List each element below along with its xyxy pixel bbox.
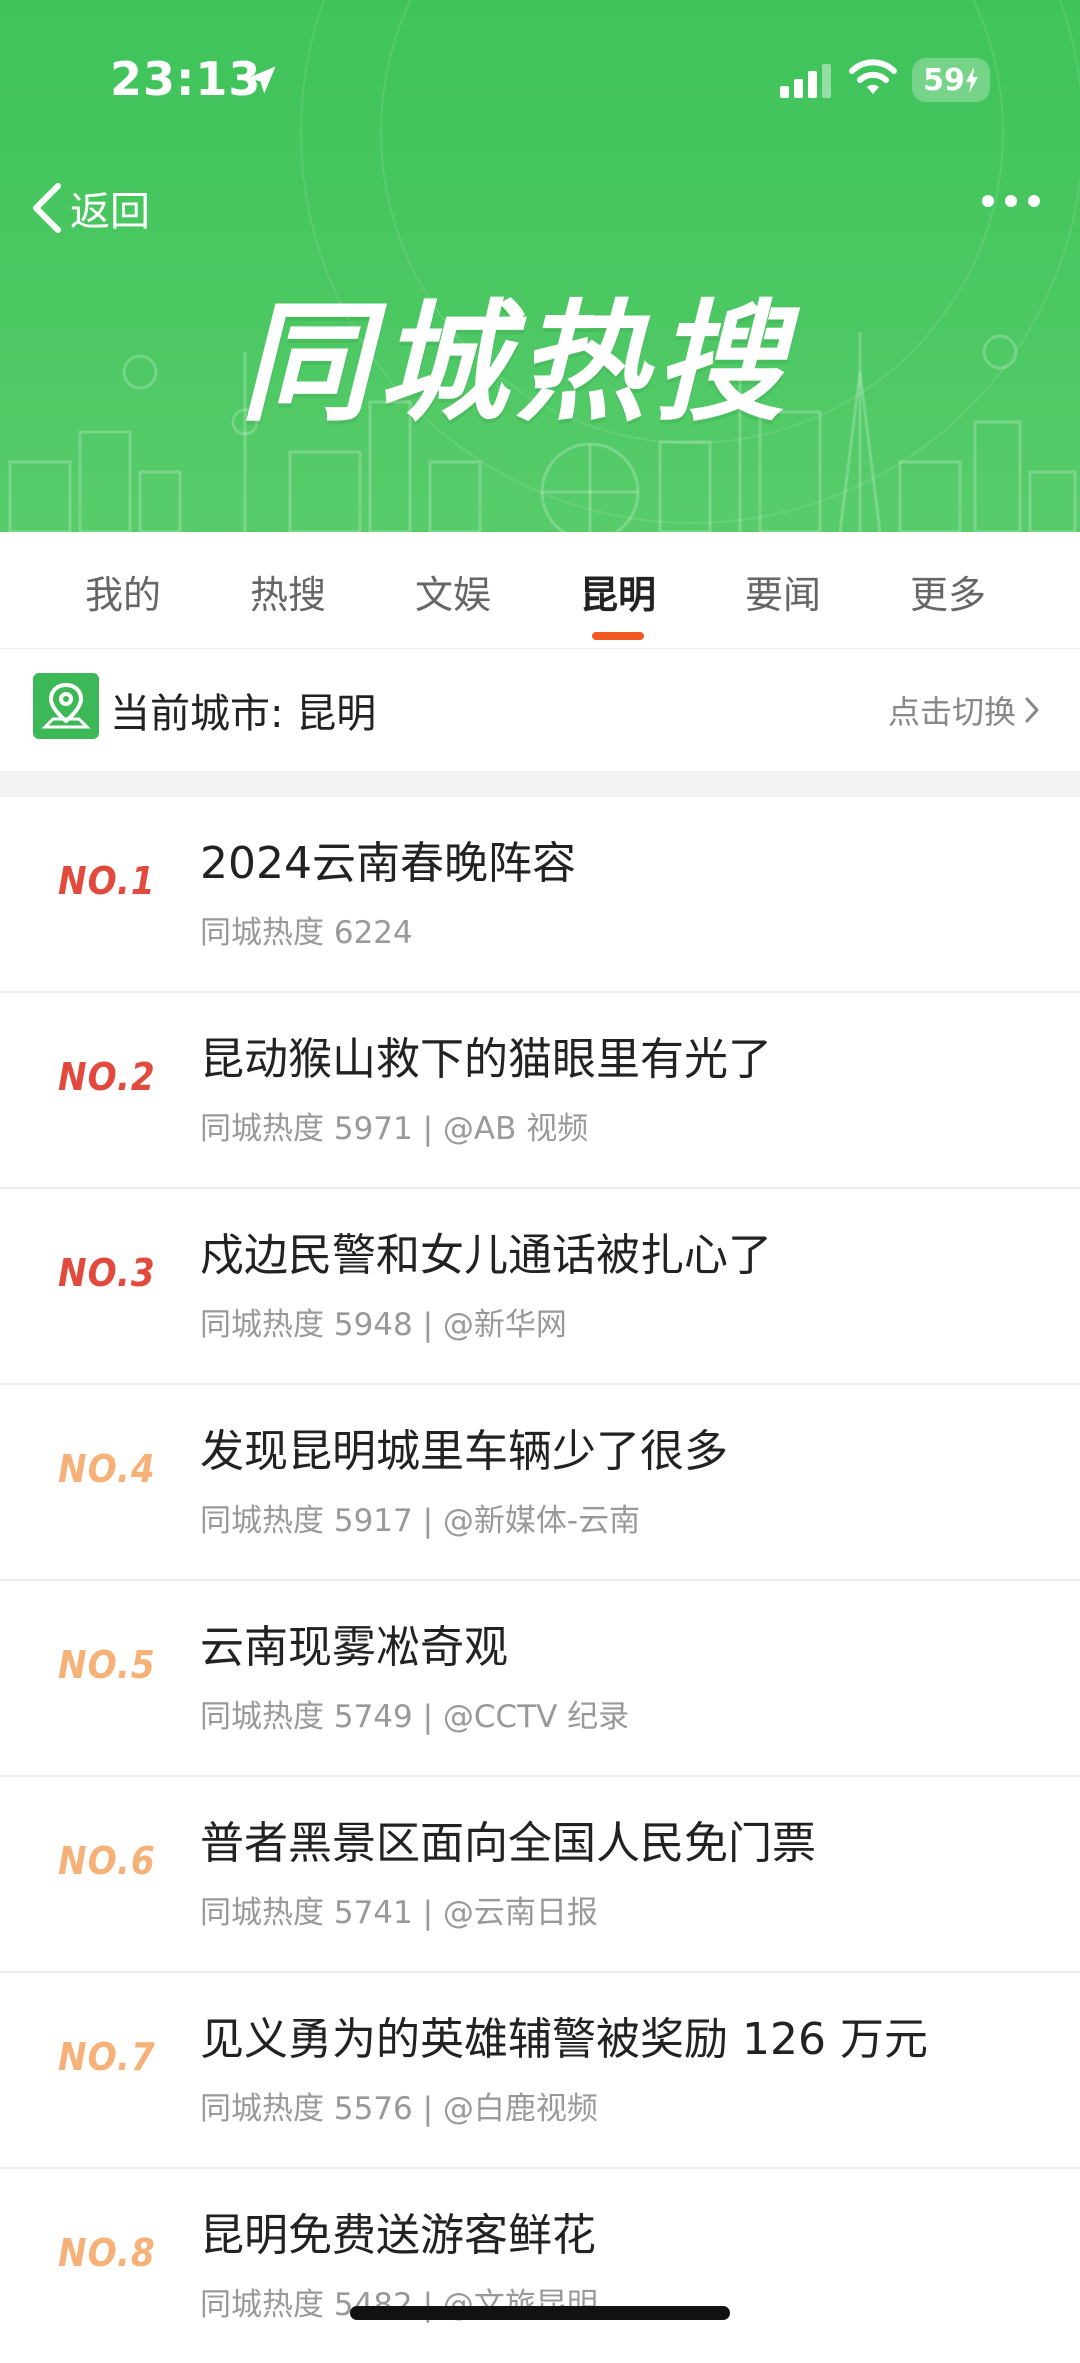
list-item[interactable]: NO.7 见义勇为的英雄辅警被奖励 126 万元 同城热度 5576 | @白鹿… [0, 1973, 1080, 2169]
rank-badge: NO.4 [58, 1447, 156, 1491]
item-meta: 同城热度 5749 | @CCTV 纪录 [200, 1699, 630, 1735]
list-item[interactable]: NO.2 昆动猴山救下的猫眼里有光了 同城热度 5971 | @AB 视频 [0, 993, 1080, 1189]
item-meta: 同城热度 5917 | @新媒体-云南 [200, 1503, 641, 1539]
status-time: 23:13 [110, 52, 262, 106]
list-item[interactable]: NO.3 戍边民警和女儿通话被扎心了 同城热度 5948 | @新华网 [0, 1189, 1080, 1385]
map-pin-icon [33, 673, 99, 739]
current-city-bar: 当前城市: 昆明 点击切换 [0, 649, 1080, 771]
tab-more[interactable]: 更多 [888, 564, 1008, 619]
battery-indicator: 59 [912, 58, 990, 102]
header-banner: 23:13 59 返回 同城热搜 [0, 0, 1080, 532]
rank-badge: NO.8 [58, 2231, 156, 2275]
item-meta: 同城热度 6224 [200, 915, 413, 951]
active-tab-indicator [592, 632, 644, 640]
rank-badge: NO.5 [58, 1643, 156, 1687]
switch-city-label: 点击切换 [887, 693, 1016, 731]
rank-badge: NO.3 [58, 1251, 156, 1295]
city-skyline-illustration [8, 332, 1077, 532]
rank-badge: NO.1 [58, 859, 156, 903]
item-meta: 同城热度 5576 | @白鹿视频 [200, 2091, 598, 2127]
back-label: 返回 [70, 189, 150, 235]
item-title: 2024云南春晚阵容 [200, 838, 576, 889]
cellular-signal-icon [780, 64, 831, 98]
item-title: 昆动猴山救下的猫眼里有光了 [200, 1034, 772, 1085]
item-title: 普者黑景区面向全国人民免门票 [200, 1818, 816, 1869]
item-meta: 同城热度 5948 | @新华网 [200, 1307, 567, 1343]
list-item[interactable]: NO.8 昆明免费送游客鲜花 同城热度 5482 | @文旅昆明 [0, 2169, 1080, 2363]
list-item[interactable]: NO.5 云南现雾凇奇观 同城热度 5749 | @CCTV 纪录 [0, 1581, 1080, 1777]
back-button[interactable]: 返回 [30, 178, 150, 238]
current-city-label: 当前城市: 昆明 [110, 691, 377, 737]
tab-hot-search[interactable]: 热搜 [228, 564, 348, 619]
rank-badge: NO.6 [58, 1839, 156, 1883]
tab-headlines[interactable]: 要闻 [723, 564, 843, 619]
location-arrow-icon [248, 66, 276, 94]
item-title: 发现昆明城里车辆少了很多 [200, 1426, 728, 1477]
item-title: 云南现雾凇奇观 [200, 1622, 508, 1673]
chevron-right-icon [1025, 697, 1039, 723]
status-bar: 23:13 59 [0, 40, 1080, 120]
category-tabs: 我的 热搜 文娱 昆明 要闻 更多 [0, 532, 1080, 649]
item-meta: 同城热度 5971 | @AB 视频 [200, 1111, 589, 1147]
tab-mine[interactable]: 我的 [63, 564, 183, 619]
item-meta: 同城热度 5741 | @云南日报 [200, 1895, 598, 1931]
list-item[interactable]: NO.4 发现昆明城里车辆少了很多 同城热度 5917 | @新媒体-云南 [0, 1385, 1080, 1581]
item-title: 见义勇为的英雄辅警被奖励 126 万元 [200, 2014, 928, 2065]
charging-bolt-icon [965, 67, 978, 93]
switch-city-button[interactable]: 点击切换 [888, 687, 1040, 733]
battery-level: 59 [923, 62, 965, 98]
tab-entertainment[interactable]: 文娱 [393, 564, 513, 619]
wifi-icon [849, 59, 897, 94]
more-options-icon[interactable] [980, 186, 1042, 216]
item-title: 昆明免费送游客鲜花 [200, 2210, 596, 2261]
tab-kunming[interactable]: 昆明 [558, 564, 678, 619]
rank-badge: NO.2 [58, 1055, 156, 1099]
home-indicator[interactable] [350, 2306, 730, 2320]
hot-search-list: NO.1 2024云南春晚阵容 同城热度 6224 NO.2 昆动猴山救下的猫眼… [0, 797, 1080, 2363]
list-item[interactable]: NO.6 普者黑景区面向全国人民免门票 同城热度 5741 | @云南日报 [0, 1777, 1080, 1973]
item-title: 戍边民警和女儿通话被扎心了 [200, 1230, 772, 1281]
chevron-left-icon [33, 183, 61, 233]
list-item[interactable]: NO.1 2024云南春晚阵容 同城热度 6224 [0, 797, 1080, 993]
rank-badge: NO.7 [58, 2035, 156, 2079]
section-divider [0, 771, 1080, 797]
